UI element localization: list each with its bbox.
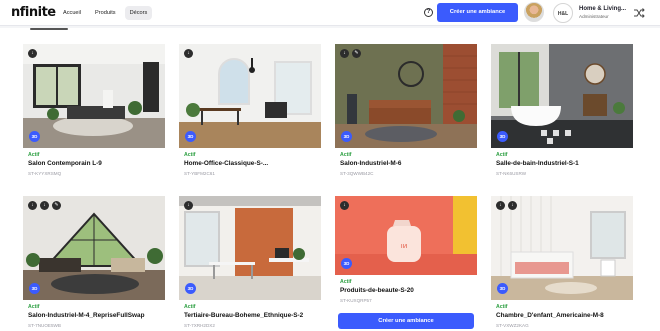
nav-decors[interactable]: Décors bbox=[124, 6, 153, 20]
user-avatar[interactable] bbox=[524, 2, 544, 22]
decor-card[interactable]: ıᴎ ↓ 3D Actif Produits-de-beaute-S-20 ST… bbox=[335, 196, 477, 329]
card-code: ST-7NUOE5WB bbox=[28, 323, 61, 328]
main-nav: Accueil Produits Décors bbox=[58, 6, 153, 20]
edit-icon[interactable]: ✎ bbox=[52, 201, 61, 210]
nfinite-logo[interactable]: nfinite bbox=[11, 5, 56, 20]
decor-thumbnail[interactable]: ↓ ✎ 3D bbox=[335, 44, 477, 148]
card-code: ST-NK6USRW bbox=[496, 171, 527, 176]
edit-icon[interactable]: ✎ bbox=[352, 49, 361, 58]
card-actions: ↓ bbox=[184, 201, 193, 210]
card-title: Salon-Industriel-M-6 bbox=[340, 160, 402, 167]
card-create-ambiance-button[interactable]: Créer une ambiance bbox=[338, 313, 474, 329]
nav-accueil[interactable]: Accueil bbox=[58, 6, 86, 20]
card-code: ST-KYYXRSMQ bbox=[28, 171, 62, 176]
card-code: ST-YBFM2C61 bbox=[184, 171, 215, 176]
status-badge: Actif bbox=[340, 279, 352, 285]
download-icon[interactable]: ↓ bbox=[40, 201, 49, 210]
decor-thumbnail[interactable]: ↓ ↓ ✎ 3D bbox=[23, 196, 165, 300]
decor-card[interactable]: ↓ ✎ 3D Actif Salon-Industriel-M-6 ST-3QW… bbox=[335, 44, 477, 176]
card-code: ST-3QWWB42C bbox=[340, 171, 374, 176]
card-title: Salon Contemporain L-9 bbox=[28, 160, 102, 167]
card-actions: ↓ bbox=[340, 201, 349, 210]
card-title: Salle-de-bain-Industriel-S-1 bbox=[496, 160, 579, 167]
decor-card[interactable]: ↓ ↓ 3D Actif Chambre_D'enfant_Americaine… bbox=[491, 196, 633, 328]
3d-badge-icon[interactable]: 3D bbox=[29, 131, 40, 142]
download-icon[interactable]: ↓ bbox=[340, 49, 349, 58]
download-icon[interactable]: ↓ bbox=[508, 201, 517, 210]
card-actions: ↓ bbox=[28, 49, 37, 58]
decor-thumbnail[interactable]: ıᴎ ↓ 3D bbox=[335, 196, 477, 275]
decor-card[interactable]: ↓ 3D Actif Salon Contemporain L-9 ST-KYY… bbox=[23, 44, 165, 176]
top-bar: nfinite Accueil Produits Décors ? Créer … bbox=[0, 0, 660, 26]
tab-indicator bbox=[30, 28, 68, 30]
svg-text:ıᴎ: ıᴎ bbox=[401, 242, 408, 250]
status-badge: Actif bbox=[496, 304, 508, 310]
decor-thumbnail[interactable]: ↓ ↓ 3D bbox=[491, 196, 633, 300]
user-name[interactable]: Home & Living... bbox=[579, 6, 626, 12]
decor-thumbnail[interactable]: ↓ 3D bbox=[179, 44, 321, 148]
status-badge: Actif bbox=[28, 304, 40, 310]
card-title: Produits-de-beaute-S-20 bbox=[340, 287, 414, 294]
card-title: Salon-Industriel-M-4_RepriseFullSwap bbox=[28, 312, 145, 319]
3d-badge-icon[interactable]: 3D bbox=[341, 258, 352, 269]
decor-thumbnail[interactable]: ↓ 3D bbox=[23, 44, 165, 148]
download-icon[interactable]: ↓ bbox=[184, 49, 193, 58]
decor-card[interactable]: ↓ 3D Actif Tertiaire-Bureau-Boheme_Ethni… bbox=[179, 196, 321, 328]
card-title: Home-Office-Classique-S-... bbox=[184, 160, 269, 167]
download-icon[interactable]: ↓ bbox=[340, 201, 349, 210]
download-icon[interactable]: ↓ bbox=[28, 201, 37, 210]
decor-card[interactable]: ↓ ↓ ✎ 3D Actif Salon-Industriel-M-4_Repr… bbox=[23, 196, 165, 328]
status-badge: Actif bbox=[184, 304, 196, 310]
card-code: ST-7XRH2DX2 bbox=[184, 323, 215, 328]
card-actions: ↓ ✎ bbox=[340, 49, 361, 58]
decor-thumbnail[interactable]: ↓ 3D bbox=[179, 196, 321, 300]
card-code: ST-KUXQRP57 bbox=[340, 298, 372, 303]
card-actions: ↓ bbox=[184, 49, 193, 58]
3d-badge-icon[interactable]: 3D bbox=[497, 131, 508, 142]
status-badge: Actif bbox=[496, 152, 508, 158]
3d-badge-icon[interactable]: 3D bbox=[185, 283, 196, 294]
card-actions: ↓ ↓ ✎ bbox=[28, 201, 61, 210]
help-icon[interactable]: ? bbox=[424, 8, 433, 17]
decor-thumbnail[interactable]: 3D bbox=[491, 44, 633, 148]
download-icon[interactable]: ↓ bbox=[28, 49, 37, 58]
shuffle-icon[interactable] bbox=[633, 7, 645, 19]
card-title: Tertiaire-Bureau-Boheme_Ethnique-S-2 bbox=[184, 312, 304, 319]
3d-badge-icon[interactable]: 3D bbox=[497, 283, 508, 294]
download-icon[interactable]: ↓ bbox=[496, 201, 505, 210]
decor-card[interactable]: ↓ 3D Actif Home-Office-Classique-S-... S… bbox=[179, 44, 321, 176]
nav-produits[interactable]: Produits bbox=[90, 6, 121, 20]
decor-card[interactable]: 3D Actif Salle-de-bain-Industriel-S-1 ST… bbox=[491, 44, 633, 176]
card-actions: ↓ ↓ bbox=[496, 201, 517, 210]
user-role: Administrateur bbox=[579, 14, 609, 19]
create-ambiance-button[interactable]: Créer une ambiance bbox=[437, 3, 518, 22]
status-badge: Actif bbox=[28, 152, 40, 158]
download-icon[interactable]: ↓ bbox=[184, 201, 193, 210]
3d-badge-icon[interactable]: 3D bbox=[29, 283, 40, 294]
card-title: Chambre_D'enfant_Americaine-M-8 bbox=[496, 312, 604, 319]
card-code: ST-VXWZ2KAG bbox=[496, 323, 529, 328]
brand-logo: H&L bbox=[553, 3, 573, 23]
3d-badge-icon[interactable]: 3D bbox=[341, 131, 352, 142]
status-badge: Actif bbox=[340, 152, 352, 158]
status-badge: Actif bbox=[184, 152, 196, 158]
3d-badge-icon[interactable]: 3D bbox=[185, 131, 196, 142]
